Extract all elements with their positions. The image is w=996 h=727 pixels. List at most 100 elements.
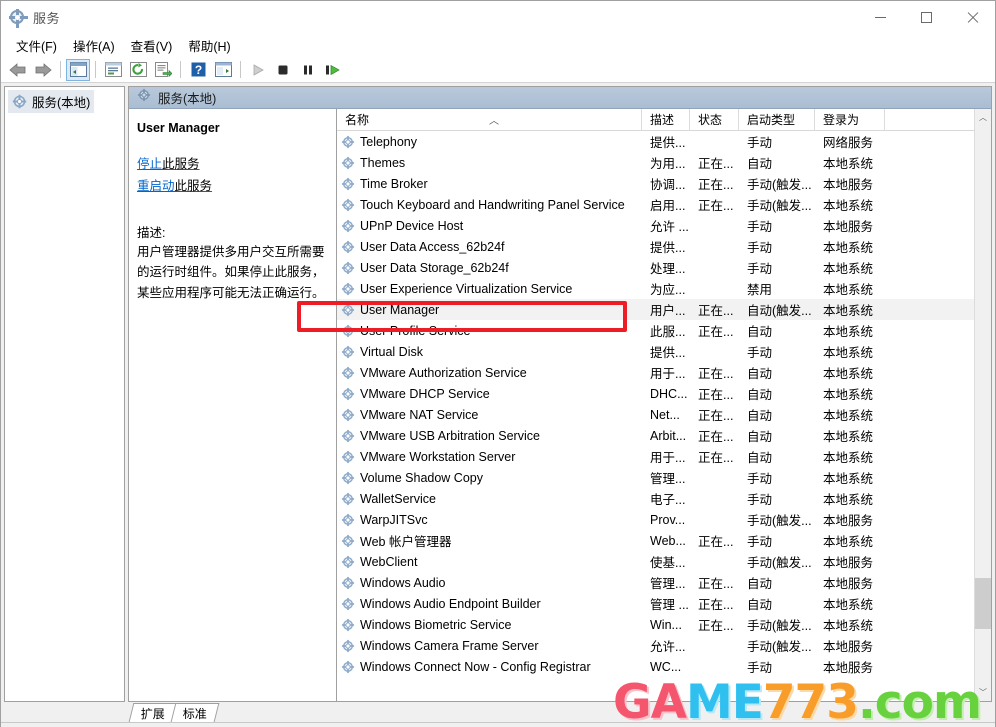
cell-status: 正在...	[698, 535, 734, 549]
menu-file[interactable]: 文件(F)	[8, 34, 65, 57]
table-row[interactable]: Web 帐户管理器 Web... 正在... 手动 本地系统	[337, 530, 974, 551]
cell-startup-type: 手动(触发...	[747, 619, 812, 633]
cell-service-name: Volume Shadow Copy	[337, 471, 642, 485]
table-row[interactable]: VMware DHCP Service DHC... 正在... 自动 本地系统	[337, 383, 974, 404]
cell-service-name: VMware Workstation Server	[337, 450, 642, 464]
scrollbar-thumb[interactable]	[975, 578, 991, 629]
table-row[interactable]: Windows Camera Frame Server 允许... 手动(触发...…	[337, 635, 974, 656]
cell-description: 提供...	[650, 346, 686, 360]
service-name-label: Windows Audio Endpoint Builder	[360, 596, 541, 611]
column-header-name[interactable]: 名称 ︿	[337, 109, 642, 130]
help-icon[interactable]: ?	[186, 59, 210, 81]
cell-logon-as: 本地服务	[823, 640, 874, 654]
stop-icon[interactable]	[271, 59, 295, 81]
service-name-label: UPnP Device Host	[360, 218, 464, 233]
stop-service-link[interactable]: 停止此服务	[137, 153, 326, 172]
service-gear-icon	[341, 261, 355, 275]
cell-description: 处理...	[650, 262, 686, 276]
cell-logon-as: 本地系统	[823, 388, 874, 402]
minimize-icon	[874, 17, 886, 18]
table-row[interactable]: Time Broker 协调... 正在... 手动(触发... 本地服务	[337, 173, 974, 194]
cell-startup-type: 手动	[747, 493, 773, 507]
pause-icon[interactable]	[296, 59, 320, 81]
table-row[interactable]: VMware Workstation Server 用于... 正在... 自动 本地系…	[337, 446, 974, 467]
table-row[interactable]: User Experience Virtualization Service 为应…	[337, 278, 974, 299]
show-tree-icon[interactable]	[66, 58, 90, 81]
service-name-label: Time Broker	[360, 176, 428, 191]
cell-description: DHC...	[650, 386, 688, 401]
cell-logon-as: 本地系统	[823, 409, 874, 423]
minimize-button[interactable]	[857, 1, 903, 34]
services-gear-icon	[12, 94, 27, 109]
view-window-icon[interactable]	[211, 59, 235, 81]
table-row[interactable]: Windows Audio 管理... 正在... 自动 本地服务	[337, 572, 974, 593]
cell-logon-as: 本地系统	[823, 157, 874, 171]
menu-view[interactable]: 查看(V)	[123, 34, 181, 57]
menu-help[interactable]: 帮助(H)	[180, 34, 238, 57]
menu-action[interactable]: 操作(A)	[65, 34, 123, 57]
play-icon[interactable]	[246, 59, 270, 81]
table-row[interactable]: VMware NAT Service Net... 正在... 自动 本地系统	[337, 404, 974, 425]
column-header-description[interactable]: 描述	[642, 109, 690, 130]
table-row[interactable]: Windows Biometric Service Win... 正在... 手动(触…	[337, 614, 974, 635]
cell-logon-as: 本地服务	[823, 178, 874, 192]
table-row[interactable]: Telephony 提供... 手动 网络服务	[337, 131, 974, 152]
sort-ascending-icon: ︿	[489, 116, 499, 127]
table-row[interactable]: UPnP Device Host 允许 ... 手动 本地服务	[337, 215, 974, 236]
restart-icon[interactable]	[321, 59, 345, 81]
restart-service-link[interactable]: 重启动此服务	[137, 175, 326, 194]
vertical-scrollbar[interactable]: ︿ ﹀	[974, 109, 991, 701]
table-row[interactable]: VMware USB Arbitration Service Arbit... 正在…	[337, 425, 974, 446]
cell-description: 使基...	[650, 556, 686, 570]
maximize-button[interactable]	[903, 1, 949, 34]
cell-logon-as: 本地系统	[823, 199, 874, 213]
cell-status: 正在...	[698, 577, 734, 591]
table-row[interactable]: Themes 为用... 正在... 自动 本地系统	[337, 152, 974, 173]
table-row[interactable]: VMware Authorization Service 用于... 正在... 自动…	[337, 362, 974, 383]
column-header-status[interactable]: 状态	[690, 109, 739, 130]
tree-item-services-local[interactable]: 服务(本地)	[8, 90, 95, 113]
table-row[interactable]: Virtual Disk 提供... 手动 本地系统	[337, 341, 974, 362]
forward-icon[interactable]	[31, 59, 55, 81]
tab-extended[interactable]: 扩展	[128, 703, 178, 722]
cell-startup-type: 自动	[747, 325, 773, 339]
cell-service-name: Telephony	[337, 135, 642, 149]
scroll-down-button[interactable]: ﹀	[975, 684, 991, 701]
scrollbar-track[interactable]	[975, 126, 991, 684]
table-row[interactable]: WarpJITSvc Prov... 手动(触发... 本地服务	[337, 509, 974, 530]
detail-service-name: User Manager	[137, 121, 220, 135]
column-header-name-label: 名称	[345, 113, 370, 127]
table-row[interactable]: WebClient 使基... 手动(触发... 本地服务	[337, 551, 974, 572]
scroll-up-button[interactable]: ︿	[975, 109, 991, 126]
service-gear-icon	[341, 345, 355, 359]
table-row[interactable]: User Manager 用户... 正在... 自动(触发... 本地系统	[337, 299, 974, 320]
refresh-icon[interactable]	[126, 59, 150, 81]
cell-description: Web...	[650, 533, 686, 548]
properties-icon[interactable]	[101, 59, 125, 81]
cell-logon-as: 本地系统	[823, 367, 874, 381]
tab-standard[interactable]: 标准	[170, 703, 220, 722]
pane-content: User Manager 停止此服务 重启动此服务 描述: 用户管理器提供多用户…	[129, 109, 991, 701]
table-row[interactable]: User Data Storage_62b24f 处理... 手动 本地系统	[337, 257, 974, 278]
column-header-startup[interactable]: 启动类型	[739, 109, 815, 130]
description-label: 描述:	[137, 226, 166, 240]
table-row[interactable]: Volume Shadow Copy 管理... 手动 本地系统	[337, 467, 974, 488]
cell-startup-type: 手动	[747, 346, 773, 360]
back-icon[interactable]	[6, 59, 30, 81]
table-row[interactable]: Windows Audio Endpoint Builder 管理 ... 正在..…	[337, 593, 974, 614]
table-row[interactable]: WalletService 电子... 手动 本地系统	[337, 488, 974, 509]
cell-description: WC...	[650, 659, 682, 674]
service-gear-icon	[341, 387, 355, 401]
cell-startup-type: 手动	[747, 262, 773, 276]
column-header-logon[interactable]: 登录为	[815, 109, 885, 130]
pane-header-title: 服务(本地)	[158, 92, 217, 106]
table-row[interactable]: Touch Keyboard and Handwriting Panel Ser…	[337, 194, 974, 215]
table-row[interactable]: User Profile Service 此服... 正在... 自动 本地系统	[337, 320, 974, 341]
cell-service-name: UPnP Device Host	[337, 219, 642, 233]
cell-logon-as: 本地服务	[823, 577, 874, 591]
service-gear-icon	[341, 576, 355, 590]
table-row[interactable]: User Data Access_62b24f 提供... 手动 本地系统	[337, 236, 974, 257]
close-button[interactable]	[949, 1, 995, 34]
table-row[interactable]: Windows Connect Now - Config Registrar WC…	[337, 656, 974, 677]
export-list-icon[interactable]	[151, 59, 175, 81]
